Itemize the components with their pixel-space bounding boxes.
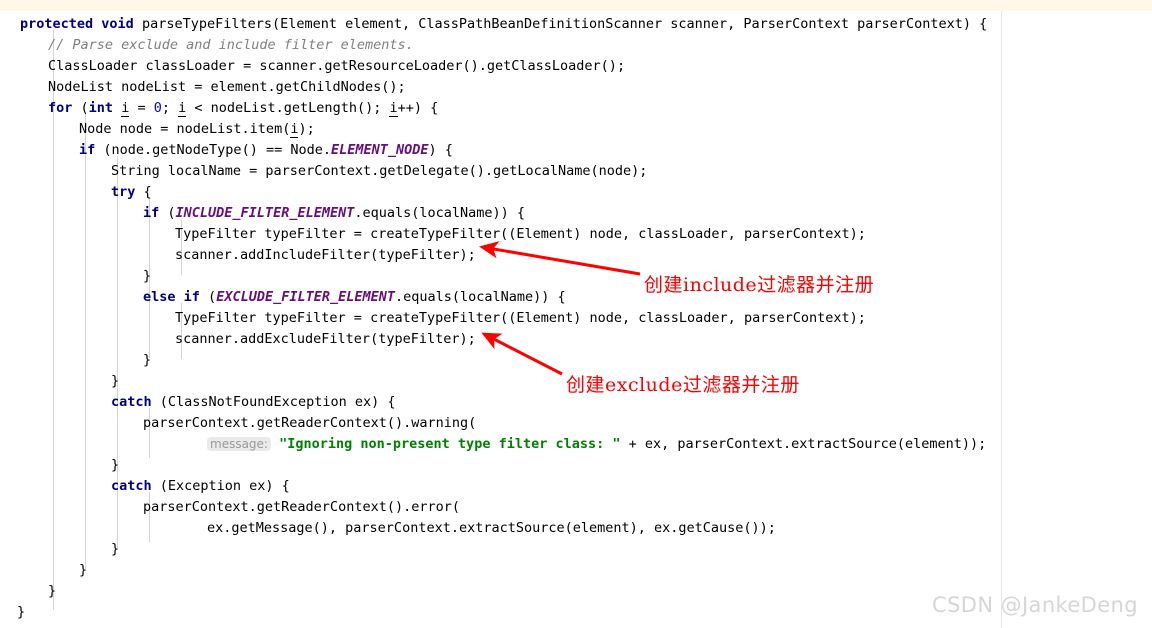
code-line[interactable]: } xyxy=(0,455,119,476)
code-token-plain: < nodeList.getLength(); xyxy=(186,100,390,116)
code-token-plain: (node.getNodeType() == Node. xyxy=(95,142,331,158)
code-token-plain: ( xyxy=(72,100,89,116)
code-line[interactable]: } xyxy=(0,581,56,602)
code-line[interactable]: try { xyxy=(0,182,152,203)
code-token-kw: try xyxy=(111,184,136,200)
code-token-plain: parseTypeFilters(Element element, ClassP… xyxy=(133,16,988,32)
code-line[interactable]: NodeList nodeList = element.getChildNode… xyxy=(0,77,406,98)
code-token-kw: protected xyxy=(20,16,94,32)
include-annotation: 创建include过滤器并注册 xyxy=(644,274,875,296)
code-token-plain: } xyxy=(48,583,57,599)
code-token-plain: ( xyxy=(159,205,176,221)
code-token-plain: NodeList nodeList = element.getChildNode… xyxy=(48,79,406,95)
code-token-plain: } xyxy=(79,562,88,578)
code-token-plain: parserContext.getReaderContext().error( xyxy=(143,499,460,515)
code-token-plain: scanner.addExcludeFilter(typeFilter); xyxy=(175,331,476,347)
code-line[interactable]: if (INCLUDE_FILTER_ELEMENT.equals(localN… xyxy=(0,203,525,224)
code-token-kw: int xyxy=(88,100,114,116)
code-token-plain: .equals(localName)) { xyxy=(354,205,526,221)
code-token-const: ELEMENT_NODE xyxy=(330,142,429,158)
code-line[interactable]: ex.getMessage(), parserContext.extractSo… xyxy=(0,518,776,539)
code-token-plain: ; xyxy=(161,100,179,116)
code-token-plain: = xyxy=(129,100,154,116)
code-line[interactable]: } xyxy=(0,602,25,623)
code-token-plain: ex.getMessage(), parserContext.extractSo… xyxy=(207,520,776,536)
code-token-plain: Node node = nodeList.item( xyxy=(79,121,291,137)
code-token-plain: } xyxy=(17,604,26,620)
code-line[interactable]: String localName = parserContext.getDele… xyxy=(0,161,647,182)
code-line[interactable]: Node node = nodeList.item(i); xyxy=(0,119,315,140)
code-token-plain: ); xyxy=(298,121,315,137)
code-token-plain: } xyxy=(111,373,120,389)
code-token-plain: + ex, parserContext.extractSource(elemen… xyxy=(620,436,987,452)
code-token-plain: TypeFilter typeFilter = createTypeFilter… xyxy=(175,226,866,242)
code-token-str: "Ignoring non-present type filter class:… xyxy=(279,436,621,452)
code-token-kw: catch xyxy=(111,478,152,494)
code-token-localvar: i xyxy=(389,100,398,117)
code-token-plain: String localName = parserContext.getDele… xyxy=(111,163,648,179)
code-line[interactable]: parserContext.getReaderContext().error( xyxy=(0,497,460,518)
editor-top-strip xyxy=(0,0,1152,11)
code-token-kw: if xyxy=(183,289,200,305)
code-line[interactable]: scanner.addIncludeFilter(typeFilter); xyxy=(0,245,476,266)
code-token-plain: .equals(localName)) { xyxy=(395,289,566,305)
code-token-plain: (ClassNotFoundException ex) { xyxy=(151,394,396,410)
code-token-kw: if xyxy=(79,142,96,158)
code-token-plain: TypeFilter typeFilter = createTypeFilter… xyxy=(175,310,866,326)
code-token-cmt: // Parse exclude and include filter elem… xyxy=(48,37,414,53)
code-token-kw: for xyxy=(48,100,73,116)
code-line[interactable]: TypeFilter typeFilter = createTypeFilter… xyxy=(0,308,866,329)
code-token-num: 0 xyxy=(153,100,162,116)
code-line[interactable]: if (node.getNodeType() == Node.ELEMENT_N… xyxy=(0,140,453,161)
code-line[interactable]: protected void parseTypeFilters(Element … xyxy=(0,14,987,35)
code-token-plain: ) { xyxy=(428,142,453,158)
code-line[interactable]: } xyxy=(0,539,119,560)
code-line[interactable]: } xyxy=(0,266,151,287)
code-line[interactable]: TypeFilter typeFilter = createTypeFilter… xyxy=(0,224,866,245)
code-line[interactable]: for (int i = 0; i < nodeList.getLength()… xyxy=(0,98,438,119)
code-token-kw: void xyxy=(101,16,134,32)
code-line[interactable]: ClassLoader classLoader = scanner.getRes… xyxy=(0,56,625,77)
code-line[interactable]: message: "Ignoring non-present type filt… xyxy=(0,434,986,455)
code-token-plain: parserContext.getReaderContext().warning… xyxy=(143,415,477,431)
code-token-plain: } xyxy=(143,352,152,368)
code-token-kw: else xyxy=(143,289,176,305)
code-line[interactable]: parserContext.getReaderContext().warning… xyxy=(0,413,476,434)
exclude-annotation: 创建exclude过滤器并注册 xyxy=(566,374,800,396)
code-line[interactable]: scanner.addExcludeFilter(typeFilter); xyxy=(0,329,476,350)
code-token-plain: ClassLoader classLoader = scanner.getRes… xyxy=(48,58,626,74)
code-token-const: INCLUDE_FILTER_ELEMENT xyxy=(175,205,355,221)
code-token-kw: catch xyxy=(111,394,152,410)
code-line[interactable]: catch (Exception ex) { xyxy=(0,476,290,497)
code-token-plain: { xyxy=(135,184,152,200)
code-token-plain: (Exception ex) { xyxy=(151,478,290,494)
code-token-plain: } xyxy=(111,541,120,557)
right-margin-guide xyxy=(1001,11,1002,628)
code-line[interactable]: } xyxy=(0,560,87,581)
code-line[interactable]: else if (EXCLUDE_FILTER_ELEMENT.equals(l… xyxy=(0,287,566,308)
code-token-plain: } xyxy=(111,457,120,473)
code-line[interactable]: catch (ClassNotFoundException ex) { xyxy=(0,392,395,413)
code-token-plain: scanner.addIncludeFilter(typeFilter); xyxy=(175,247,476,263)
csdn-watermark: CSDN @JankeDeng xyxy=(932,593,1138,617)
code-token-plain: } xyxy=(143,268,152,284)
code-line[interactable]: } xyxy=(0,371,119,392)
code-line[interactable]: // Parse exclude and include filter elem… xyxy=(0,35,414,56)
code-token-plain: ++) { xyxy=(397,100,439,116)
parameter-hint: message: xyxy=(207,437,271,451)
code-token-kw: if xyxy=(143,205,160,221)
code-token-plain: ( xyxy=(199,289,217,305)
code-token-const: EXCLUDE_FILTER_ELEMENT xyxy=(216,289,395,305)
code-line[interactable]: } xyxy=(0,350,151,371)
